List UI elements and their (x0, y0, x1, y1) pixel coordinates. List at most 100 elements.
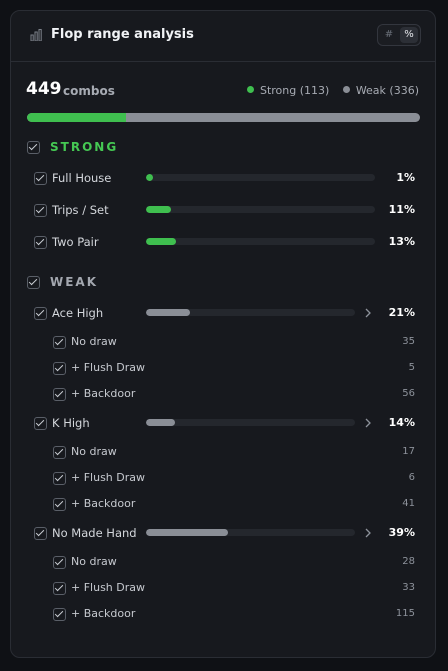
subcategory-checkbox[interactable] (53, 582, 66, 595)
category-percent: 21% (388, 306, 415, 319)
subcategory-row: No draw 35 (11, 333, 435, 355)
category-row[interactable]: Ace High 21% (11, 304, 435, 326)
chevron-right-icon[interactable] (362, 417, 374, 429)
chevron-right-icon[interactable] (362, 527, 374, 539)
subcategory-label: + Flush Draw (71, 581, 145, 594)
category-percent: 13% (388, 235, 415, 248)
subcategory-count: 17 (402, 446, 415, 457)
category-label: Trips / Set (52, 203, 109, 217)
count-mode-button[interactable]: # (380, 27, 398, 43)
subcategory-row: No draw 28 (11, 553, 435, 575)
total-combos-label: combos (63, 84, 115, 98)
subcategory-count: 41 (402, 498, 415, 509)
panel-header: Flop range analysis # % (11, 11, 435, 62)
category-percent: 39% (388, 526, 415, 539)
subcategory-count: 6 (408, 472, 415, 483)
subcategory-row: + Backdoor 115 (11, 605, 435, 627)
legend-item-strong: Strong (113) (246, 84, 330, 97)
total-combos: 449 (26, 79, 62, 99)
category-row: Two Pair 13% (11, 233, 435, 255)
category-row: Trips / Set 11% (11, 201, 435, 223)
subcategory-checkbox[interactable] (53, 472, 66, 485)
subcategory-row: + Flush Draw 6 (11, 469, 435, 491)
subcategory-checkbox[interactable] (53, 608, 66, 621)
subcategory-label: + Backdoor (71, 607, 136, 620)
subcategory-label: + Flush Draw (71, 361, 145, 374)
category-bar-track (146, 174, 375, 181)
legend-label-weak: Weak (336) (355, 84, 419, 97)
category-bar-fill (146, 419, 176, 426)
section-title-strong: STRONG (50, 140, 119, 154)
legend-dot-weak (342, 86, 350, 93)
category-bar-track (146, 419, 355, 426)
subcategory-count: 28 (402, 556, 415, 567)
subcategory-label: + Backdoor (71, 497, 136, 510)
subcategory-label: + Backdoor (71, 387, 136, 400)
category-bar-fill (146, 206, 172, 213)
category-checkbox[interactable] (34, 307, 47, 320)
category-row[interactable]: K High 14% (11, 414, 435, 436)
subcategory-count: 33 (402, 582, 415, 593)
weak-section-checkbox[interactable] (27, 276, 40, 289)
subcategory-checkbox[interactable] (53, 446, 66, 459)
range-analysis-panel: Flop range analysis # % 449 combos Stron… (10, 10, 436, 658)
subcategory-label: No draw (71, 335, 117, 348)
subcategory-label: No draw (71, 555, 117, 568)
subcategory-row: + Backdoor 41 (11, 495, 435, 517)
category-bar-track (146, 309, 355, 316)
category-bar-fill (146, 309, 190, 316)
category-bar-track (146, 206, 375, 213)
category-checkbox[interactable] (34, 236, 47, 249)
subcategory-count: 35 (402, 336, 415, 347)
category-label: No Made Hand (52, 526, 137, 540)
category-bar-track (146, 529, 355, 536)
category-percent: 14% (388, 416, 415, 429)
combo-summary: 449 combos Strong (113) Weak (336) (11, 79, 435, 103)
category-bar-fill (146, 238, 176, 245)
percent-mode-button[interactable]: % (400, 27, 418, 43)
panel-title: Flop range analysis (51, 27, 194, 42)
strong-ratio-fill (27, 113, 126, 122)
subcategory-row: No draw 17 (11, 443, 435, 465)
display-mode-toggle: # % (377, 24, 421, 46)
subcategory-count: 115 (395, 608, 415, 619)
category-row: Full House 1% (11, 169, 435, 191)
subcategory-count: 5 (408, 362, 415, 373)
category-label: Full House (52, 171, 112, 185)
legend-label-strong: Strong (113) (259, 84, 330, 97)
legend: Strong (113) Weak (336) (237, 84, 419, 97)
category-bar-track (146, 238, 375, 245)
subcategory-row: + Flush Draw 5 (11, 359, 435, 381)
subcategory-checkbox[interactable] (53, 498, 66, 511)
legend-dot-strong (246, 86, 254, 93)
category-label: Ace High (52, 306, 104, 320)
category-label: K High (52, 416, 90, 430)
subcategory-label: No draw (71, 445, 117, 458)
strong-weak-ratio-bar (27, 113, 420, 122)
subcategory-row: + Backdoor 56 (11, 385, 435, 407)
subcategory-label: + Flush Draw (71, 471, 145, 484)
legend-item-weak: Weak (336) (342, 84, 419, 97)
strong-section-checkbox[interactable] (27, 141, 40, 154)
section-header-strong: STRONG (11, 138, 435, 160)
section-title-weak: WEAK (50, 275, 99, 289)
subcategory-count: 56 (402, 388, 415, 399)
subcategory-checkbox[interactable] (53, 388, 66, 401)
category-checkbox[interactable] (34, 204, 47, 217)
subcategory-checkbox[interactable] (53, 336, 66, 349)
subcategory-row: + Flush Draw 33 (11, 579, 435, 601)
subcategory-checkbox[interactable] (53, 362, 66, 375)
category-bar-fill (146, 174, 153, 181)
category-label: Two Pair (52, 235, 99, 249)
bar-chart-icon (30, 29, 42, 41)
subcategory-checkbox[interactable] (53, 556, 66, 569)
category-percent: 11% (388, 203, 415, 216)
category-percent: 1% (396, 171, 415, 184)
category-checkbox[interactable] (34, 172, 47, 185)
category-checkbox[interactable] (34, 527, 47, 540)
chevron-right-icon[interactable] (362, 307, 374, 319)
category-row[interactable]: No Made Hand 39% (11, 524, 435, 546)
category-bar-fill (146, 529, 228, 536)
category-checkbox[interactable] (34, 417, 47, 430)
section-header-weak: WEAK (11, 273, 435, 295)
